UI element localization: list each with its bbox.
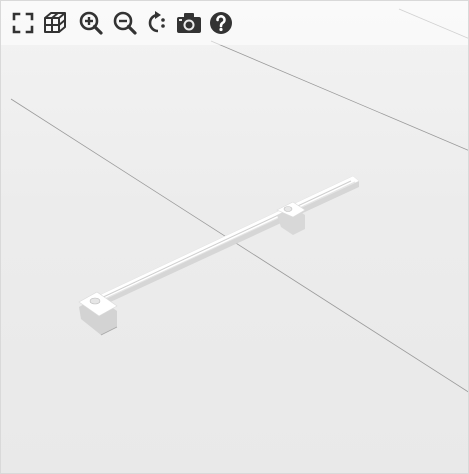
zoom-out-icon bbox=[113, 11, 137, 35]
fullscreen-button[interactable] bbox=[9, 9, 37, 37]
floor-grid bbox=[10, 8, 468, 393]
screenshot-button[interactable] bbox=[175, 9, 203, 37]
help-button[interactable] bbox=[207, 9, 235, 37]
zoom-in-icon bbox=[79, 11, 103, 35]
rotate-icon bbox=[148, 11, 165, 33]
wireframe-button[interactable] bbox=[41, 9, 69, 37]
viewer-toolbar bbox=[1, 1, 468, 45]
wireframe-cube-icon bbox=[44, 12, 66, 33]
3d-model[interactable] bbox=[78, 175, 360, 336]
help-icon bbox=[210, 12, 232, 34]
zoom-out-button[interactable] bbox=[111, 9, 139, 37]
viewport[interactable] bbox=[1, 1, 469, 474]
rotate-button[interactable] bbox=[143, 9, 171, 37]
model-viewer[interactable] bbox=[0, 0, 469, 474]
camera-icon bbox=[177, 13, 201, 33]
fullscreen-icon bbox=[12, 12, 34, 34]
zoom-in-button[interactable] bbox=[77, 9, 105, 37]
